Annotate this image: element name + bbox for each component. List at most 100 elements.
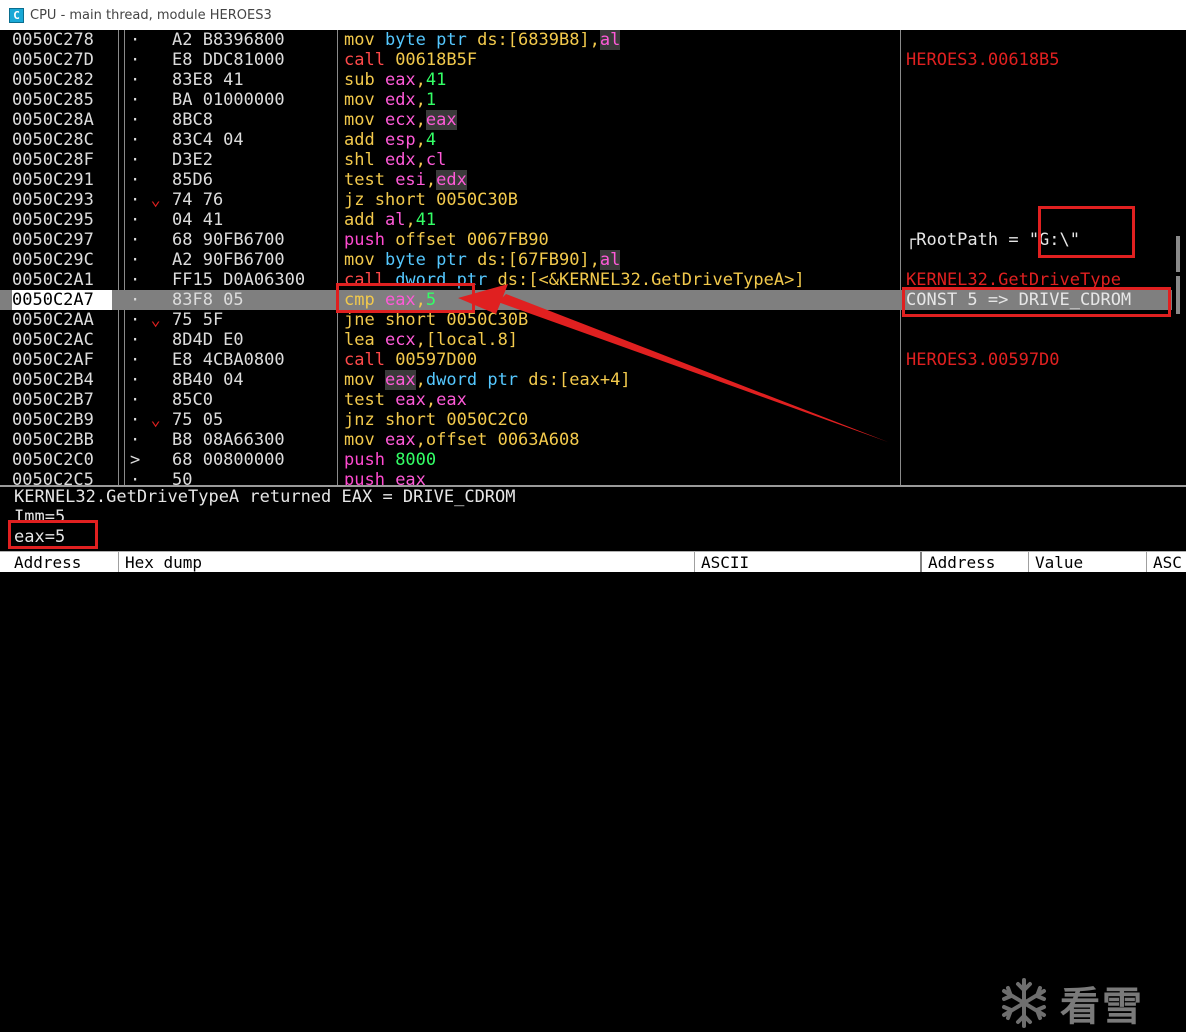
instruction-token: 0050C2C0	[446, 410, 529, 430]
instruction-token: push	[344, 230, 396, 250]
jump-marker: ·	[130, 370, 141, 390]
instruction-token: 0063A608	[497, 430, 580, 450]
instruction-token: [local.8]	[425, 330, 519, 350]
hex-cell: 8B40 04	[172, 370, 244, 390]
instruction-cell: shl edx,cl	[344, 150, 900, 170]
jump-marker: ·	[130, 390, 141, 410]
disasm-row[interactable]: 0050C2B9 · ⌄ 75 05 jnz short 0050C2C0	[0, 410, 1172, 430]
instruction-token: ,	[415, 90, 426, 110]
disasm-row[interactable]: 0050C28A · 8BC8 mov ecx,eax	[0, 110, 1172, 130]
instruction-token: ds:[67FB90]	[477, 250, 590, 270]
jump-marker: ·	[130, 210, 141, 230]
address-cell: 0050C2B9	[12, 410, 94, 430]
address-cell: 0050C285	[12, 90, 94, 110]
instruction-cell: call 00597D00	[344, 350, 900, 370]
address-cell: 0050C27D	[12, 50, 94, 70]
header-address[interactable]: Address	[8, 552, 118, 572]
address-cell: 0050C295	[12, 210, 94, 230]
hex-cell: 74 76	[172, 190, 224, 210]
jump-marker: ·	[130, 50, 141, 70]
header-hex-dump[interactable]: Hex dump	[118, 552, 694, 572]
jump-marker: ·	[130, 250, 141, 270]
instruction-cell: add al,41	[344, 210, 900, 230]
instruction-cell: push 8000	[344, 450, 900, 470]
instruction-token: 8000	[395, 450, 437, 470]
instruction-token: eax	[436, 390, 467, 410]
disasm-row[interactable]: 0050C2AF · E8 4CBA0800 call 00597D00 HEROES3…	[0, 350, 1172, 370]
jump-marker: >	[130, 450, 141, 470]
disasm-row[interactable]: 0050C29C · A2 90FB6700 mov byte ptr ds:[67F…	[0, 250, 1172, 270]
jump-marker: ·	[130, 150, 141, 170]
instruction-token: eax	[425, 110, 457, 130]
disasm-row[interactable]: 0050C2AC · 8D4D E0 lea ecx,[local.8]	[0, 330, 1172, 350]
hex-cell: 50	[172, 470, 193, 485]
instruction-token: 1	[425, 90, 437, 110]
watermark-text: 看雪	[1060, 984, 1144, 1030]
disasm-row[interactable]: 0050C291 · 85D6 test esi,edx	[0, 170, 1172, 190]
address-cell: 0050C29C	[12, 250, 94, 270]
address-cell: 0050C2C0	[12, 450, 94, 470]
disasm-row[interactable]: 0050C2BB · B8 08A66300 mov eax,offset 0063A…	[0, 430, 1172, 450]
hex-cell: BA 01000000	[172, 90, 285, 110]
disasm-row[interactable]: 0050C295 · 04 41 add al,41	[0, 210, 1172, 230]
annotation-box-cmp	[336, 283, 475, 313]
disassembly-pane[interactable]: 0050C278 · A2 B8396800 mov byte ptr ds:[683…	[0, 30, 1186, 485]
scrollbar-thumb[interactable]	[1176, 276, 1180, 314]
jump-marker: · ⌄	[130, 310, 161, 330]
hex-cell: FF15 D0A06300	[172, 270, 306, 290]
instruction-token: ds:[6839B8]	[477, 30, 590, 50]
disasm-row[interactable]: 0050C2C5 · 50 push eax	[0, 470, 1172, 485]
instruction-cell: lea ecx,[local.8]	[344, 330, 900, 350]
address-cell: 0050C2AA	[12, 310, 94, 330]
disasm-row[interactable]: 0050C282 · 83E8 41 sub eax,41	[0, 70, 1172, 90]
instruction-token: add	[344, 130, 385, 150]
instruction-token: al	[599, 30, 621, 50]
disasm-row[interactable]: 0050C293 · ⌄ 74 76 jz short 0050C30B	[0, 190, 1172, 210]
instruction-token: mov	[344, 430, 385, 450]
instruction-token: test	[344, 390, 396, 410]
instruction-token: ds:[eax+4]	[528, 370, 631, 390]
instruction-token: ,	[589, 30, 600, 50]
scrollbar-thumb[interactable]	[1176, 236, 1180, 272]
header-stack-address[interactable]: Address	[920, 552, 1028, 572]
disasm-row[interactable]: 0050C2B7 · 85C0 test eax,eax	[0, 390, 1172, 410]
disasm-row[interactable]: 0050C2B4 · 8B40 04 mov eax,dword ptr ds:[ea…	[0, 370, 1172, 390]
instruction-cell: mov edx,1	[344, 90, 900, 110]
hex-cell: D3E2	[172, 150, 213, 170]
disasm-row[interactable]: 0050C278 · A2 B8396800 mov byte ptr ds:[683…	[0, 30, 1172, 50]
header-stack-value[interactable]: Value	[1028, 552, 1146, 572]
instruction-token: eax	[384, 370, 416, 390]
instruction-token: 0050C30B	[446, 310, 529, 330]
disasm-row[interactable]: 0050C28C · 83C4 04 add esp,4	[0, 130, 1172, 150]
disasm-row[interactable]: 0050C28F · D3E2 shl edx,cl	[0, 150, 1172, 170]
comment-cell: HEROES3.00618B5	[906, 50, 1060, 70]
address-cell: 0050C2AC	[12, 330, 94, 350]
instruction-token: 41	[425, 70, 447, 90]
instruction-token: eax	[384, 430, 416, 450]
instruction-cell: mov byte ptr ds:[6839B8],al	[344, 30, 900, 50]
address-cell: 0050C2AF	[12, 350, 94, 370]
hex-cell: E8 DDC81000	[172, 50, 285, 70]
instruction-token: add	[344, 210, 385, 230]
jump-marker: · ⌄	[130, 190, 161, 210]
instruction-token: eax	[395, 470, 426, 485]
instruction-token: ds:[<&KERNEL32.GetDriveTypeA>]	[497, 270, 805, 290]
disasm-row[interactable]: 0050C2C0 >68 00800000 push 8000	[0, 450, 1172, 470]
instruction-token: push	[344, 470, 396, 485]
instruction-token: short	[384, 310, 447, 330]
header-stack-ascii[interactable]: ASC	[1146, 552, 1186, 572]
disasm-row[interactable]: 0050C285 · BA 01000000 mov edx,1	[0, 90, 1172, 110]
title-bar: C CPU - main thread, module HEROES3	[0, 0, 1186, 31]
instruction-token: cl	[425, 150, 447, 170]
instruction-token: ,	[415, 150, 426, 170]
hex-cell: 8D4D E0	[172, 330, 244, 350]
jump-marker: ·	[130, 350, 141, 370]
header-ascii[interactable]: ASCII	[694, 552, 914, 572]
instruction-token: jz	[344, 190, 375, 210]
info-line: KERNEL32.GetDriveTypeA returned EAX = DR…	[14, 487, 516, 507]
disasm-row[interactable]: 0050C297 · 68 90FB6700 push offset 0067FB90…	[0, 230, 1172, 250]
disasm-row[interactable]: 0050C27D · E8 DDC81000 call 00618B5F HEROES3…	[0, 50, 1172, 70]
instruction-token: offset	[425, 430, 498, 450]
address-cell: 0050C2A7	[12, 290, 112, 310]
instruction-cell: jz short 0050C30B	[344, 190, 900, 210]
